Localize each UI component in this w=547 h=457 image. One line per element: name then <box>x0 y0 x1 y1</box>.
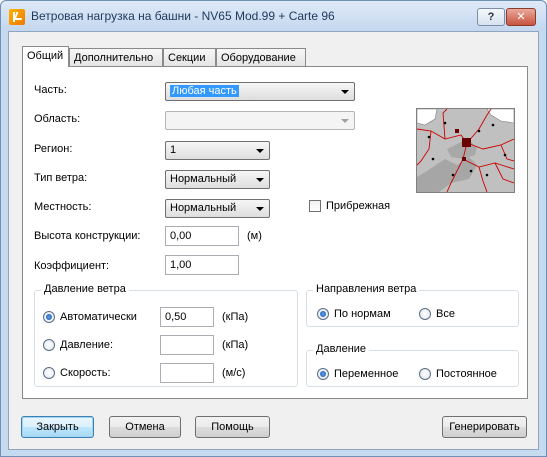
dialog-window: Ветровая нагрузка на башни - NV65 Mod.99… <box>0 0 547 457</box>
terrain-select[interactable]: Нормальный <box>165 199 270 218</box>
area-select[interactable] <box>165 111 355 130</box>
cancel-button[interactable]: Отмена <box>109 416 181 438</box>
help-title-button[interactable]: ? <box>477 8 505 26</box>
wind-pressure-title: Давление ветра <box>41 283 129 295</box>
auto-pressure-unit: (кПа) <box>222 311 249 323</box>
wind-type-select-value: Нормальный <box>170 173 237 185</box>
speed-unit: (м/с) <box>222 367 246 379</box>
region-select[interactable]: 1 <box>165 141 270 160</box>
auto-pressure-input[interactable]: 0,50 <box>160 307 214 327</box>
pressure-group: Давление Переменное Постоянное <box>306 343 519 387</box>
terrain-label: Местность: <box>34 201 92 213</box>
variable-radio[interactable] <box>317 368 329 380</box>
tab-general[interactable]: Общий <box>22 46 69 67</box>
pressure-input[interactable] <box>160 335 214 355</box>
constant-label[interactable]: Постоянное <box>436 368 497 380</box>
region-map[interactable] <box>416 108 515 193</box>
region-label: Регион: <box>34 143 73 155</box>
wind-direction-title: Направления ветра <box>313 283 420 295</box>
close-title-button[interactable]: ✕ <box>506 8 536 26</box>
tab-equipment[interactable]: Оборудование <box>216 48 306 67</box>
wind-type-label: Тип ветра: <box>34 172 88 184</box>
pressure-title: Давление <box>313 343 370 355</box>
coastal-label[interactable]: Прибрежная <box>326 200 390 212</box>
general-tab-panel: Часть: Область: Регион: Тип ветра: Местн… <box>22 66 528 399</box>
generate-button[interactable]: Генерировать <box>442 416 527 438</box>
chevron-down-icon <box>256 149 264 153</box>
close-button[interactable]: Закрыть <box>21 416 94 438</box>
by-norms-radio[interactable] <box>317 308 329 320</box>
all-directions-label[interactable]: Все <box>436 308 455 320</box>
coefficient-input[interactable]: 1,00 <box>165 255 239 275</box>
constant-radio[interactable] <box>419 368 431 380</box>
pressure-label[interactable]: Давление: <box>60 339 113 351</box>
region-select-value: 1 <box>170 144 177 156</box>
part-label: Часть: <box>34 84 67 96</box>
title-bar[interactable]: Ветровая нагрузка на башни - NV65 Mod.99… <box>1 1 546 31</box>
wind-type-select[interactable]: Нормальный <box>165 170 270 189</box>
variable-label[interactable]: Переменное <box>334 368 398 380</box>
height-label: Высота конструкции: <box>34 230 141 242</box>
window-title: Ветровая нагрузка на башни - NV65 Mod.99… <box>31 9 335 23</box>
coastal-checkbox[interactable] <box>309 200 321 212</box>
part-select[interactable]: Любая часть <box>165 82 355 101</box>
speed-radio[interactable] <box>43 367 55 379</box>
tab-additional[interactable]: Дополнительно <box>69 48 163 67</box>
height-input[interactable]: 0,00 <box>165 226 239 246</box>
chevron-down-icon <box>341 119 349 123</box>
help-button[interactable]: Помощь <box>195 416 270 438</box>
terrain-select-value: Нормальный <box>170 202 237 214</box>
all-directions-radio[interactable] <box>419 308 431 320</box>
pressure-unit: (кПа) <box>222 339 249 351</box>
wind-direction-group: Направления ветра По нормам Все <box>306 283 519 327</box>
map-graphic <box>417 109 514 192</box>
pressure-radio[interactable] <box>43 339 55 351</box>
app-logo-icon <box>9 9 25 25</box>
coefficient-label: Коэффициент: <box>34 260 110 272</box>
speed-input[interactable] <box>160 363 214 383</box>
chevron-down-icon <box>256 207 264 211</box>
auto-label[interactable]: Автоматически <box>60 311 137 323</box>
tab-sections[interactable]: Секции <box>163 48 216 67</box>
dialog-client-area: Общий Дополнительно Секции Оборудование … <box>8 31 539 450</box>
wind-pressure-group: Давление ветра Автоматически 0,50 (кПа) … <box>34 283 298 387</box>
chevron-down-icon <box>341 90 349 94</box>
height-unit: (м) <box>247 230 262 242</box>
area-label: Область: <box>34 113 81 125</box>
chevron-down-icon <box>256 178 264 182</box>
by-norms-label[interactable]: По нормам <box>334 308 391 320</box>
speed-label[interactable]: Скорость: <box>60 367 111 379</box>
part-select-value: Любая часть <box>170 85 239 97</box>
auto-radio[interactable] <box>43 311 55 323</box>
